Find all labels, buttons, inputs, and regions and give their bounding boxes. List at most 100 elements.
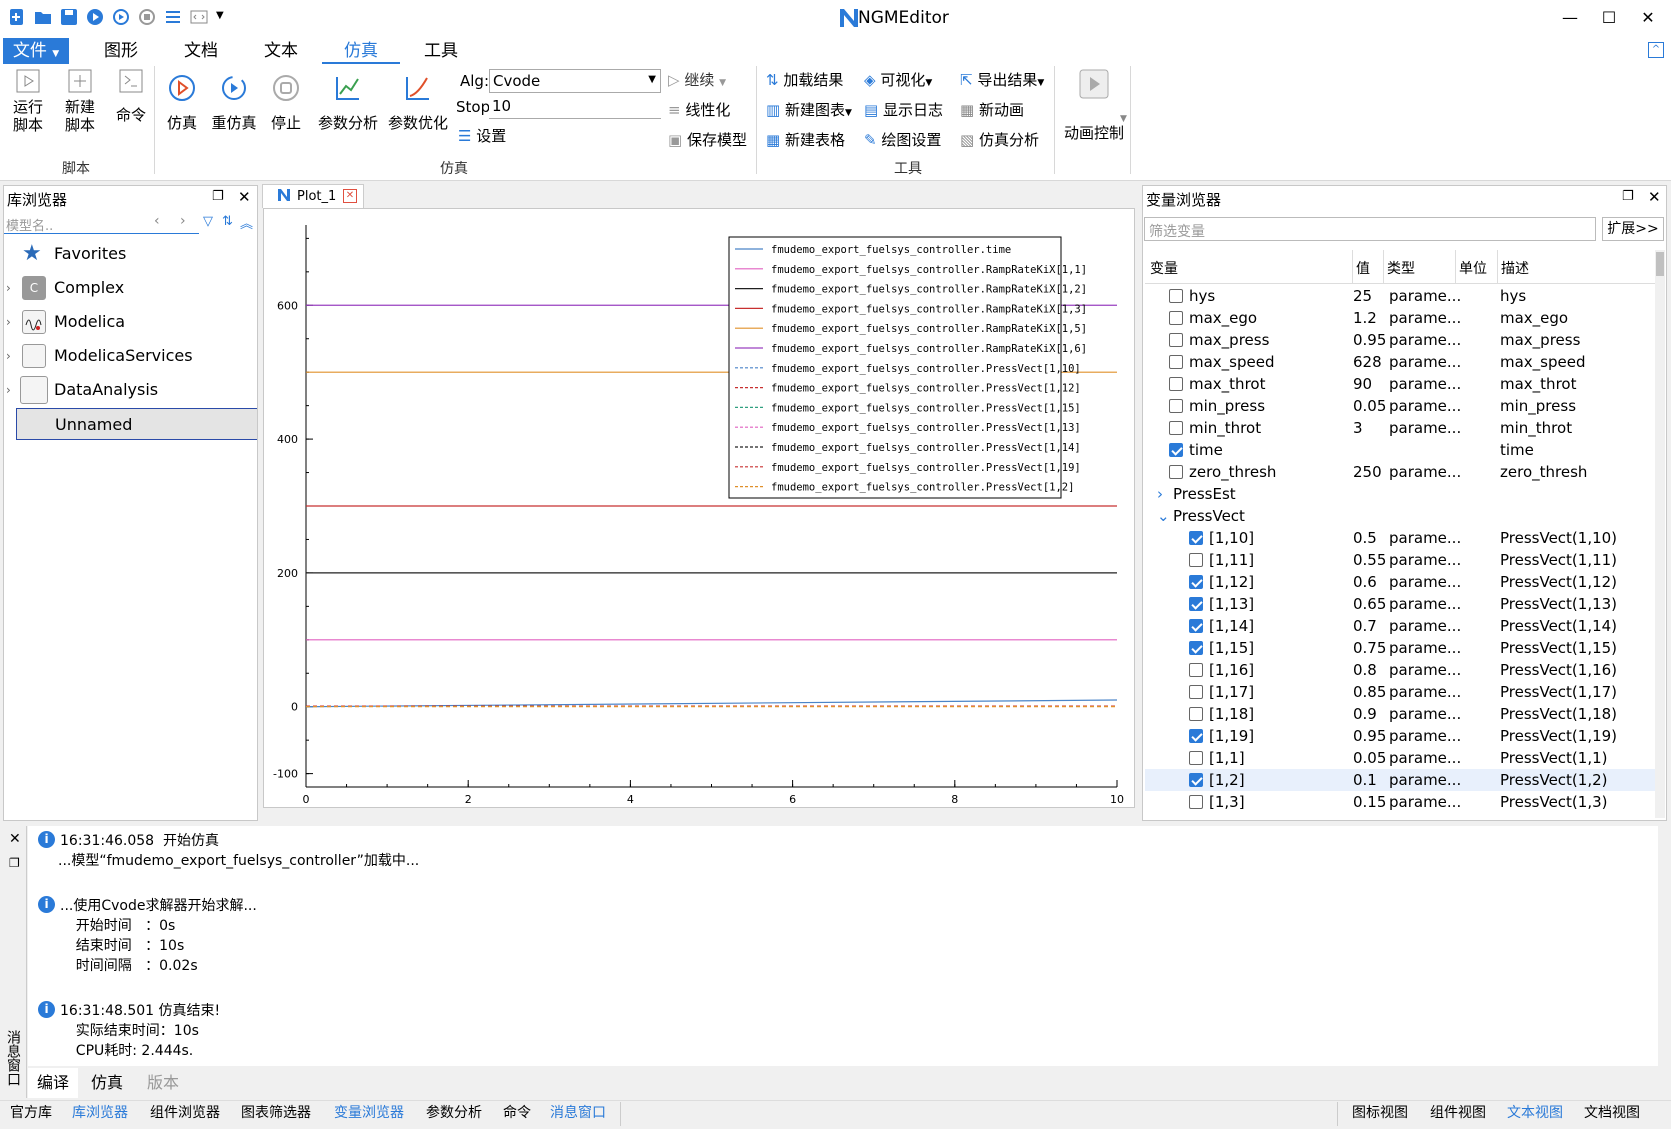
variable-checkbox[interactable] bbox=[1189, 641, 1203, 655]
bottom-tab-component-browser[interactable]: 组件浏览器 bbox=[150, 1102, 220, 1122]
variable-row[interactable]: max_speed 628 parame... max_speed bbox=[1145, 351, 1655, 373]
library-item-unnamed[interactable]: Unnamed bbox=[16, 408, 257, 440]
variable-checkbox[interactable] bbox=[1189, 729, 1203, 743]
bottom-tab-official-lib[interactable]: 官方库 bbox=[10, 1102, 52, 1122]
library-item-complex[interactable]: › C Complex bbox=[6, 272, 257, 304]
stop-button[interactable]: 停止 bbox=[266, 74, 306, 132]
variable-checkbox[interactable] bbox=[1189, 553, 1203, 567]
bottom-tab-icon-view[interactable]: 图标视图 bbox=[1352, 1102, 1408, 1122]
close-icon[interactable]: ✕ bbox=[1648, 188, 1661, 206]
filter-icon[interactable]: ▽ bbox=[203, 214, 213, 229]
new-chart-button[interactable]: ▥ 新建图表▼ bbox=[766, 101, 852, 122]
resimulate-icon[interactable] bbox=[112, 8, 130, 26]
linearize-button[interactable]: ≡ 线性化 bbox=[668, 101, 730, 119]
variable-checkbox[interactable] bbox=[1189, 707, 1203, 721]
variable-row[interactable]: zero_thresh 250 parame... zero_thresh bbox=[1145, 461, 1655, 483]
variable-row[interactable]: [1,1] 0.05 parame... PressVect(1,1) bbox=[1145, 747, 1655, 769]
variable-checkbox[interactable] bbox=[1189, 751, 1203, 765]
collapse-ribbon-icon[interactable]: ^ bbox=[1648, 42, 1664, 58]
bottom-tab-library-browser[interactable]: 库浏览器 bbox=[72, 1102, 128, 1122]
library-item-dataanalysis[interactable]: › DataAnalysis bbox=[6, 374, 257, 406]
variable-checkbox[interactable] bbox=[1169, 443, 1183, 457]
variable-checkbox[interactable] bbox=[1169, 289, 1183, 303]
simulate-button[interactable]: 仿真 bbox=[162, 74, 202, 132]
variable-row[interactable]: max_ego 1.2 parame... max_ego bbox=[1145, 307, 1655, 329]
col-type[interactable]: 类型 bbox=[1387, 258, 1415, 278]
col-value[interactable]: 值 bbox=[1350, 258, 1370, 278]
sim-settings-button[interactable]: ☰ 设置 bbox=[458, 127, 506, 145]
bottom-tab-command[interactable]: 命令 bbox=[503, 1102, 531, 1122]
variable-checkbox[interactable] bbox=[1169, 333, 1183, 347]
bottom-tab-component-view[interactable]: 组件视图 bbox=[1430, 1102, 1486, 1122]
variable-checkbox[interactable] bbox=[1189, 773, 1203, 787]
variable-row[interactable]: hys 25 parame... hys bbox=[1145, 285, 1655, 307]
chevron-down-icon[interactable]: ▼ bbox=[1120, 114, 1127, 124]
variable-row[interactable]: min_throt 3 parame... min_throt bbox=[1145, 417, 1655, 439]
plot-settings-button[interactable]: ✎ 绘图设置 bbox=[864, 131, 941, 149]
library-item-favorites[interactable]: ★ Favorites bbox=[16, 238, 257, 270]
show-log-button[interactable]: ▤ 显示日志 bbox=[864, 101, 943, 119]
variable-checkbox[interactable] bbox=[1169, 399, 1183, 413]
variable-row[interactable]: time time bbox=[1145, 439, 1655, 461]
variable-checkbox[interactable] bbox=[1189, 575, 1203, 589]
variable-row[interactable]: [1,11] 0.55 parame... PressVect(1,11) bbox=[1145, 549, 1655, 571]
variable-row[interactable]: [1,16] 0.8 parame... PressVect(1,16) bbox=[1145, 659, 1655, 681]
variable-row[interactable]: ⌄ PressVect bbox=[1145, 505, 1655, 527]
variable-checkbox[interactable] bbox=[1189, 663, 1203, 677]
code-icon[interactable] bbox=[190, 8, 208, 26]
chevron-right-icon[interactable]: › bbox=[1157, 483, 1163, 505]
tab-plot-1[interactable]: Plot_1 ✕ bbox=[262, 184, 364, 208]
variable-row[interactable]: [1,12] 0.6 parame... PressVect(1,12) bbox=[1145, 571, 1655, 593]
plot-chart[interactable]: 0 2 4 6 8 10 -100 0 200 400 600 fmudemo_export_fuel… bbox=[264, 209, 1134, 807]
visualize-button[interactable]: ◈ 可视化▼ bbox=[864, 71, 932, 92]
variable-row[interactable]: [1,3] 0.15 parame... PressVect(1,3) bbox=[1145, 791, 1655, 813]
stop-icon[interactable] bbox=[138, 8, 156, 26]
settings-icon[interactable] bbox=[164, 8, 182, 26]
variable-row[interactable]: max_press 0.95 parame... max_press bbox=[1145, 329, 1655, 351]
variable-row[interactable]: › PressEst bbox=[1145, 483, 1655, 505]
variable-checkbox[interactable] bbox=[1169, 421, 1183, 435]
tab-compile[interactable]: 编译 bbox=[28, 1068, 78, 1098]
variable-checkbox[interactable] bbox=[1189, 619, 1203, 633]
sort-icon[interactable]: ⇅ bbox=[222, 214, 233, 229]
variables-scrollbar[interactable] bbox=[1655, 250, 1665, 818]
tab-tools[interactable]: 工具 bbox=[416, 38, 466, 64]
load-results-button[interactable]: ⇅ 加载结果 bbox=[766, 71, 843, 89]
variable-checkbox[interactable] bbox=[1169, 355, 1183, 369]
variable-checkbox[interactable] bbox=[1189, 531, 1203, 545]
chevron-right-icon[interactable]: › bbox=[6, 306, 11, 338]
variable-row[interactable]: [1,13] 0.65 parame... PressVect(1,13) bbox=[1145, 593, 1655, 615]
variable-filter-input[interactable]: 筛选变量 bbox=[1144, 217, 1596, 241]
library-item-modelicaservices[interactable]: › ModelicaServices bbox=[6, 340, 257, 372]
variable-row[interactable]: min_press 0.05 parame... min_press bbox=[1145, 395, 1655, 417]
run-script-button[interactable]: 运行 脚本 bbox=[8, 68, 48, 134]
new-animation-button[interactable]: ▦ 新动画 bbox=[960, 101, 1024, 119]
float-icon[interactable]: ❐ bbox=[1622, 189, 1634, 204]
variable-row[interactable]: [1,10] 0.5 parame... PressVect(1,10) bbox=[1145, 527, 1655, 549]
chevron-down-icon[interactable]: ▼ bbox=[216, 10, 234, 28]
chevron-right-icon[interactable]: › bbox=[6, 374, 11, 406]
export-results-button[interactable]: ⇱ 导出结果▼ bbox=[960, 71, 1044, 92]
variable-checkbox[interactable] bbox=[1169, 377, 1183, 391]
float-icon[interactable]: ❐ bbox=[9, 856, 20, 870]
variable-row[interactable]: [1,15] 0.75 parame... PressVect(1,15) bbox=[1145, 637, 1655, 659]
variable-checkbox[interactable] bbox=[1189, 597, 1203, 611]
close-tab-icon[interactable]: ✕ bbox=[343, 189, 357, 203]
chevron-left-icon[interactable]: ‹ bbox=[154, 213, 160, 229]
chevron-down-icon[interactable]: ⌄ bbox=[1157, 505, 1170, 527]
bottom-tab-doc-view[interactable]: 文档视图 bbox=[1584, 1102, 1640, 1122]
alg-select[interactable]: Cvode ▼ bbox=[489, 69, 661, 93]
bottom-tab-messages[interactable]: 消息窗口 bbox=[550, 1102, 606, 1122]
save-icon[interactable] bbox=[60, 8, 78, 26]
param-opt-button[interactable]: 参数优化 bbox=[386, 74, 450, 132]
chevron-right-icon[interactable]: › bbox=[180, 213, 186, 229]
bottom-tab-param-analysis[interactable]: 参数分析 bbox=[426, 1102, 482, 1122]
bottom-tab-text-view[interactable]: 文本视图 bbox=[1507, 1102, 1563, 1122]
sim-analysis-button[interactable]: ▧ 仿真分析 bbox=[960, 131, 1039, 149]
new-table-button[interactable]: ▦ 新建表格 bbox=[766, 131, 845, 149]
param-analysis-button[interactable]: 参数分析 bbox=[316, 74, 380, 132]
message-scrollbar[interactable] bbox=[1659, 826, 1667, 1066]
variable-row[interactable]: [1,17] 0.85 parame... PressVect(1,17) bbox=[1145, 681, 1655, 703]
minimize-button[interactable]: — bbox=[1548, 4, 1592, 32]
float-icon[interactable]: ❐ bbox=[212, 189, 224, 204]
